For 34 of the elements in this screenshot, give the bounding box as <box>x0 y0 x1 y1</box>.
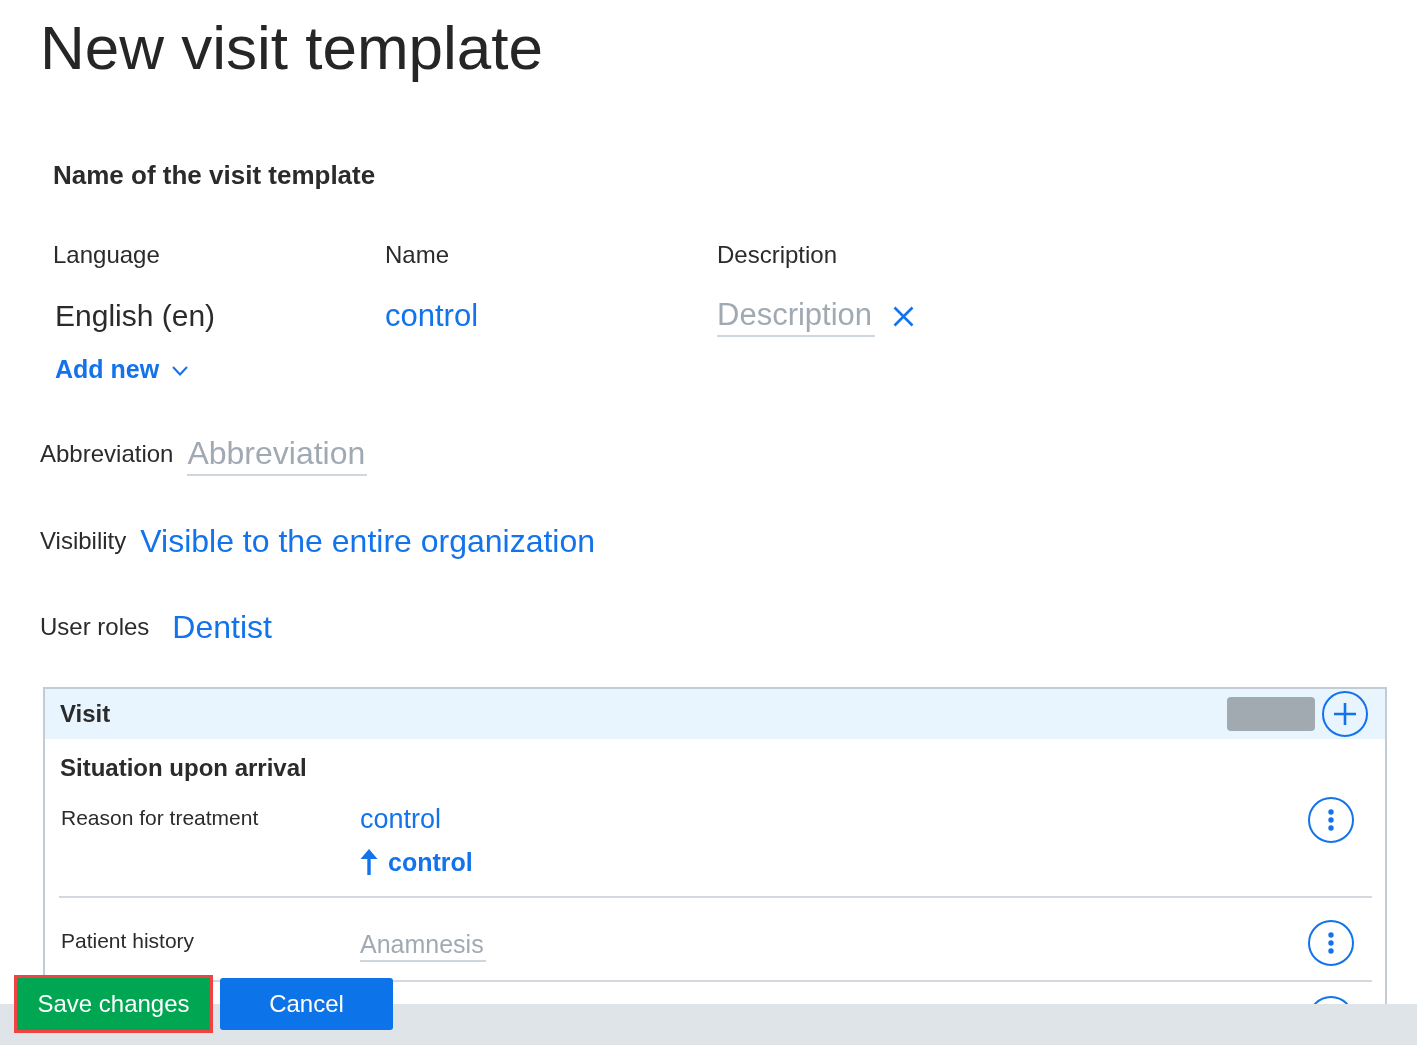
visibility-link[interactable]: Visible to the entire organization <box>140 521 596 561</box>
field-label: Abbreviation <box>40 439 174 469</box>
add-button[interactable] <box>1322 691 1368 737</box>
user-role-link[interactable]: Dentist <box>172 607 272 647</box>
remove-button[interactable] <box>893 305 914 327</box>
more-icon <box>1328 932 1334 954</box>
cancel-button[interactable]: Cancel <box>220 978 393 1030</box>
language-value: English (en) <box>54 298 216 334</box>
more-button[interactable] <box>1308 920 1354 966</box>
column-header: Description <box>717 240 838 270</box>
section-heading: Name of the visit template <box>53 159 376 191</box>
field-label: User roles <box>40 612 150 642</box>
field-value[interactable]: control <box>360 803 442 836</box>
name-field[interactable]: control <box>385 296 479 336</box>
linked-value[interactable]: control <box>388 846 473 878</box>
field-label: Reason for treatment <box>61 805 259 831</box>
plus-icon <box>1333 702 1357 726</box>
page-title: New visit template <box>40 12 544 84</box>
field-label: Patient history <box>61 928 195 954</box>
anamnesis-field[interactable]: Anamnesis <box>360 928 486 962</box>
column-header: Name <box>385 240 450 270</box>
add-new-button[interactable]: Add new <box>53 353 189 385</box>
arrow-up-icon <box>360 849 378 875</box>
chevron-down-icon <box>172 365 189 376</box>
column-header: Language <box>53 240 160 270</box>
subsection-title: Situation upon arrival <box>59 753 307 783</box>
abbreviation-field[interactable]: Abbreviation <box>187 432 368 476</box>
save-button[interactable]: Save changes <box>14 975 213 1033</box>
more-icon <box>1328 809 1334 831</box>
description-field[interactable]: Description <box>717 295 875 337</box>
more-button[interactable] <box>1308 797 1354 843</box>
field-label: Visibility <box>40 526 127 556</box>
close-icon <box>893 305 914 327</box>
panel-title: Visit <box>60 699 111 729</box>
